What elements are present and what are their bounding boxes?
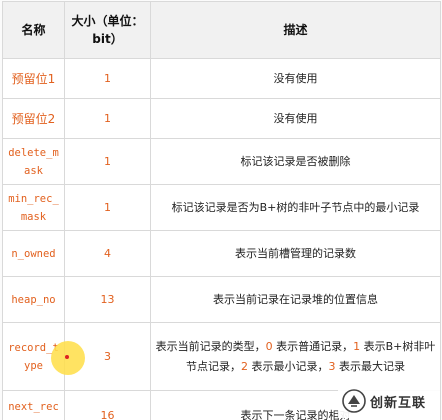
desc-text: 表示最大记录 (335, 359, 405, 373)
row-size: 1 (64, 138, 151, 185)
row-description: 没有使用 (150, 58, 441, 99)
row-description: 标记该记录是否被删除 (150, 138, 441, 185)
header-size: 大小（单位：bit） (64, 1, 151, 59)
row-description: 没有使用 (150, 98, 441, 139)
row-description: 表示当前槽管理的记录数 (150, 230, 441, 277)
desc-text: 表示最小记录， (248, 359, 329, 373)
cursor-highlight-icon (51, 341, 85, 375)
watermark-text: 创新互联 (370, 395, 427, 411)
row-description: 表示当前记录在记录堆的位置信息 (150, 276, 441, 323)
row-name: min_rec_mask (2, 184, 65, 231)
header-description: 描述 (150, 1, 441, 59)
row-size: 4 (64, 230, 151, 277)
table-row: 预留位2 1 没有使用 (2, 98, 441, 139)
watermark: 创新互联 (338, 384, 440, 418)
row-size: 1 (64, 184, 151, 231)
header-name: 名称 (2, 1, 65, 59)
row-size: 1 (64, 58, 151, 99)
row-description: 表示当前记录的类型，0 表示普通记录，1 表示B+树非叶节点记录，2 表示最小记… (150, 322, 441, 391)
table-row: heap_no 13 表示当前记录在记录堆的位置信息 (2, 276, 441, 323)
row-name: next_record (2, 390, 65, 420)
table-row: 预留位1 1 没有使用 (2, 58, 441, 99)
table-row: min_rec_mask 1 标记该记录是否为B+树的非叶子节点中的最小记录 (2, 184, 441, 231)
document-page: 名称 大小（单位：bit） 描述 预留位1 1 没有使用 预留位2 1 没有使用… (0, 0, 442, 420)
row-size: 1 (64, 98, 151, 139)
row-size: 16 (64, 390, 151, 420)
row-name: delete_mask (2, 138, 65, 185)
table-row: n_owned 4 表示当前槽管理的记录数 (2, 230, 441, 277)
row-name: 预留位2 (2, 98, 65, 139)
row-name: n_owned (2, 230, 65, 277)
desc-value: 0 (265, 339, 273, 353)
desc-value: 2 (241, 359, 248, 373)
desc-value: 3 (328, 359, 336, 373)
row-name: 预留位1 (2, 58, 65, 99)
row-description: 标记该记录是否为B+树的非叶子节点中的最小记录 (150, 184, 441, 231)
row-name: heap_no (2, 276, 65, 323)
row-size: 13 (64, 276, 151, 323)
desc-text: 表示普通记录， (272, 339, 354, 353)
table-row: delete_mask 1 标记该记录是否被删除 (2, 138, 441, 185)
desc-text: 表示当前记录的类型， (155, 339, 266, 353)
table-header-row: 名称 大小（单位：bit） 描述 (2, 1, 441, 59)
brand-logo-icon (342, 389, 366, 413)
